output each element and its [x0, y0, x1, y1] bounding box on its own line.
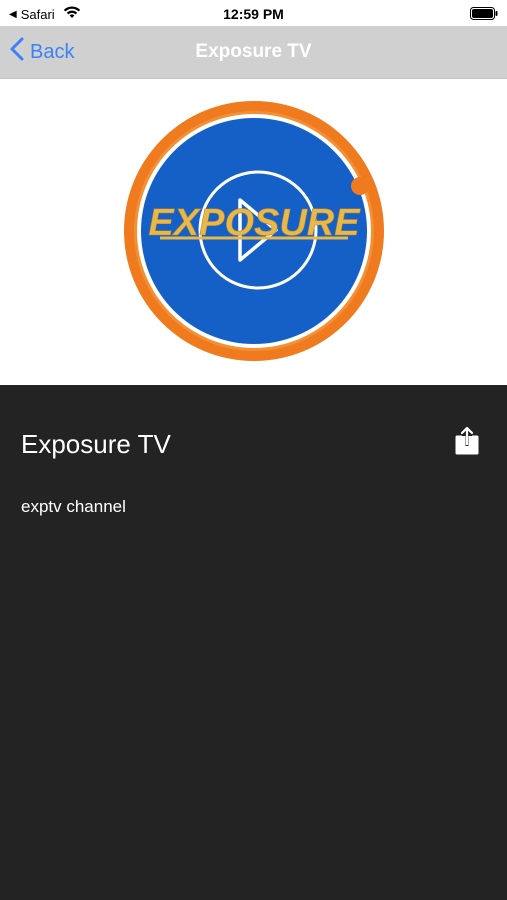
channel-detail: Exposure TV exptv channel: [0, 385, 507, 900]
channel-title: Exposure TV: [21, 429, 171, 459]
logo-text: EXPOSURE: [148, 202, 361, 244]
channel-artwork[interactable]: EXPOSURE: [0, 79, 507, 385]
nav-title: Exposure TV: [195, 41, 312, 62]
status-bar: ◀ Safari 12:59 PM: [0, 0, 507, 26]
battery-icon: [470, 7, 498, 23]
status-time: 12:59 PM: [223, 6, 284, 22]
share-icon: [455, 426, 479, 455]
channel-description: exptv channel: [21, 497, 126, 516]
channel-logo: EXPOSURE: [124, 101, 384, 361]
navigation-bar: Back Exposure TV: [0, 26, 507, 79]
share-button[interactable]: [451, 425, 483, 459]
